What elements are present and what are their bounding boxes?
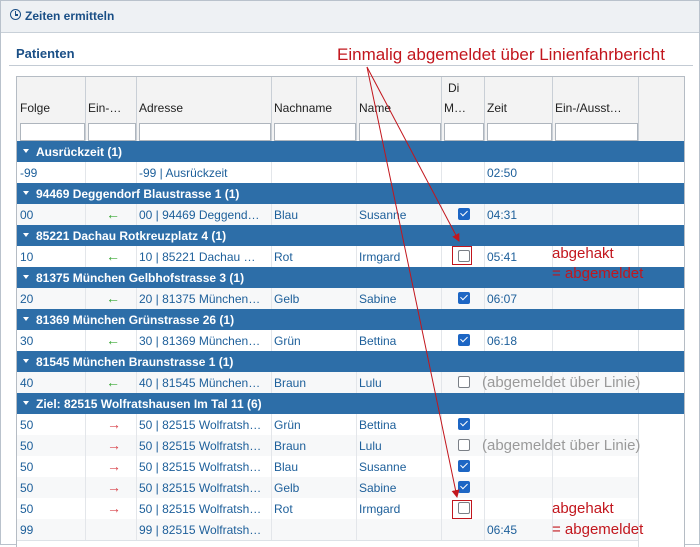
annotation-checked-1b: = abgemeldet <box>552 265 644 282</box>
arrow-to-first-checkbox <box>366 66 460 242</box>
annotation-top: Einmalig abgemeldet über Linienfahrberic… <box>337 45 665 64</box>
annotation-checked-1a: abgehakt <box>552 245 614 262</box>
highlight-box-2 <box>452 500 472 519</box>
annotation-via-line-1: (abgemeldet über Linie) <box>482 374 641 391</box>
annotation-checked-2b: = abgemeldet <box>552 521 644 538</box>
arrow-to-second-checkbox <box>366 66 460 498</box>
annotation-via-line-2: (abgemeldet über Linie) <box>482 437 641 454</box>
window-frame: Zeiten ermitteln Patienten Di Folge Ein-…… <box>0 0 700 547</box>
annotation-checked-2a: abgehakt <box>552 500 614 517</box>
highlight-box-1 <box>452 246 472 265</box>
